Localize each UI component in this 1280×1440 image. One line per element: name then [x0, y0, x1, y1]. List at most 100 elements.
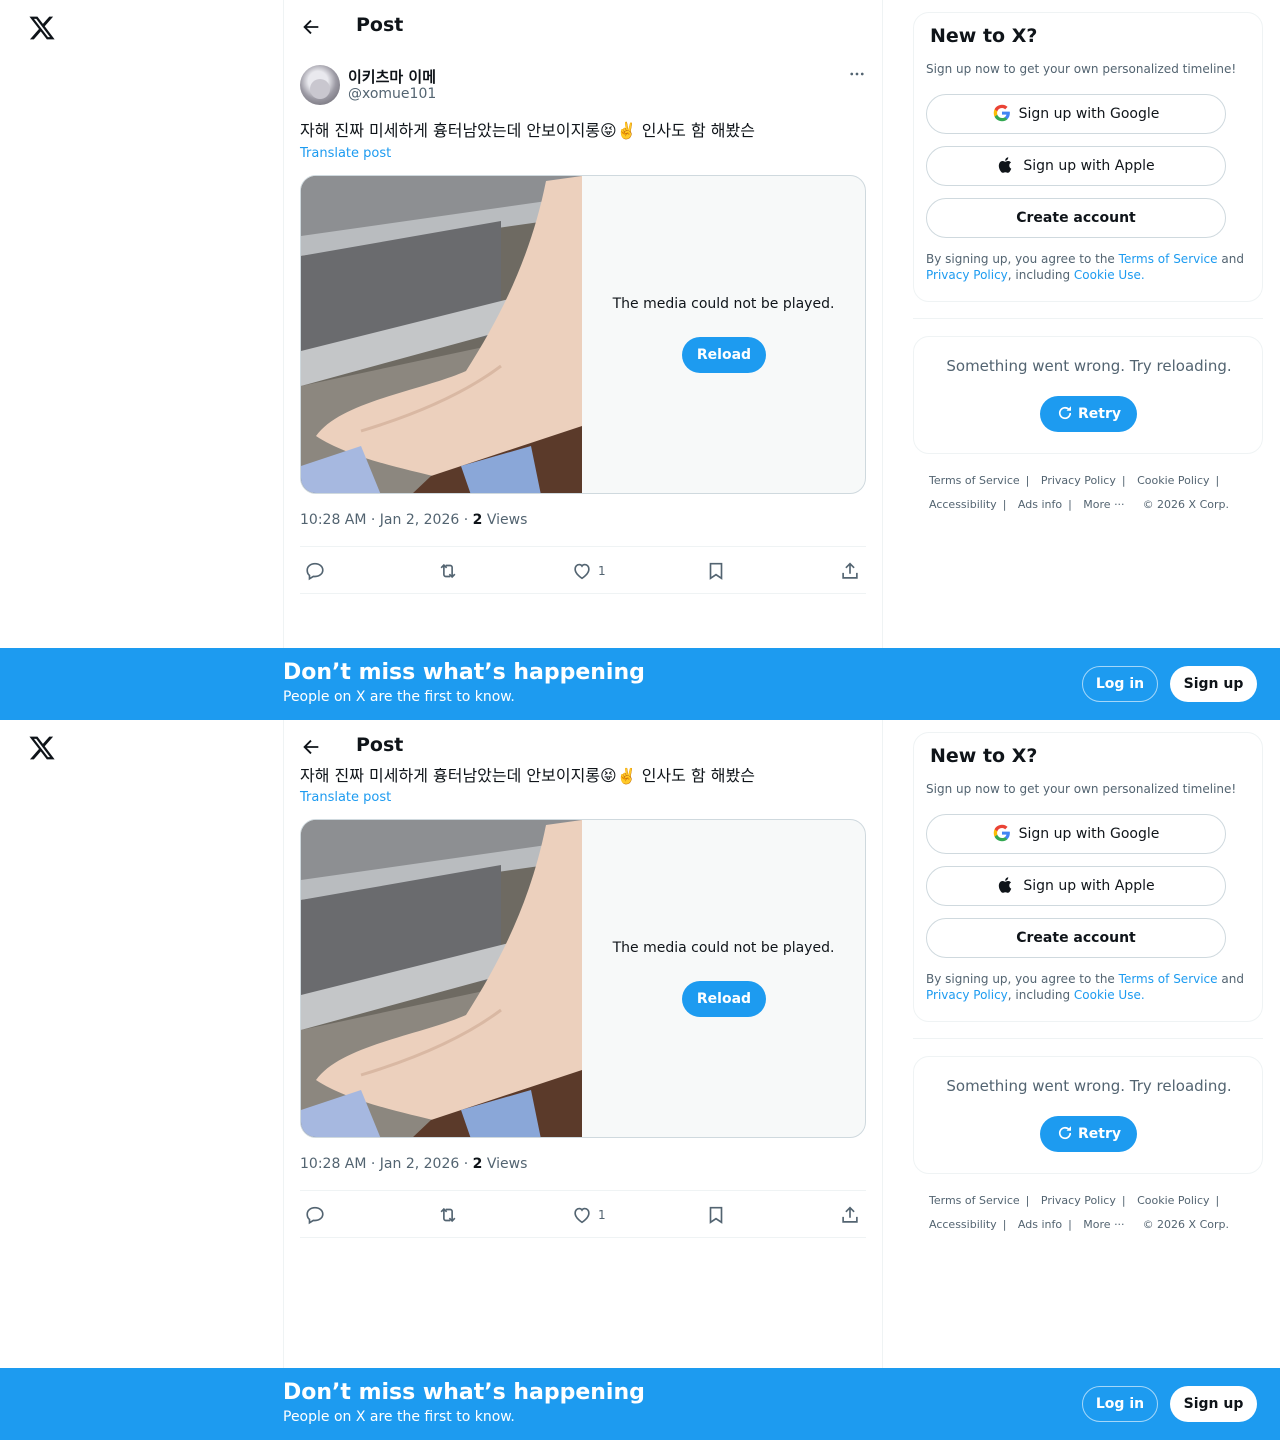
sidebar-divider	[913, 1038, 1263, 1039]
refresh-icon	[1058, 1126, 1072, 1140]
signup-google-label: Sign up with Google	[1018, 106, 1160, 122]
more-options-icon[interactable]	[848, 65, 866, 83]
screen-frame-1: Post 이키츠마 이메 @xomue101 자해 진짜 미세하게 흉터남았는데…	[0, 0, 1280, 720]
like-icon[interactable]	[571, 560, 593, 582]
create-account-button[interactable]: Create account	[926, 198, 1226, 238]
post-text: 자해 진짜 미세하게 흉터남았는데 안보이지롱😝✌️ 인사도 함 해봤슨	[300, 766, 755, 785]
retry-button[interactable]: Retry	[1040, 396, 1137, 432]
footer-ads[interactable]: Ads info	[1018, 1218, 1062, 1231]
terms-link[interactable]: Terms of Service	[1119, 972, 1218, 986]
footer-cookie[interactable]: Cookie Policy	[1137, 474, 1209, 487]
author-handle[interactable]: @xomue101	[348, 86, 436, 102]
repost-icon[interactable]	[437, 560, 459, 582]
post-time[interactable]: 10:28 AM · Jan 2, 2026	[300, 512, 459, 528]
signup-google-label: Sign up with Google	[1018, 826, 1160, 842]
reply-icon[interactable]	[304, 1204, 326, 1226]
error-card: Something went wrong. Try reloading. Ret…	[913, 1056, 1263, 1174]
sidebar-divider	[913, 318, 1263, 319]
footer-more[interactable]: More ···	[1083, 498, 1124, 511]
back-arrow-icon[interactable]	[300, 736, 322, 758]
post-photo[interactable]	[301, 820, 582, 1138]
footer-terms[interactable]: Terms of Service	[929, 474, 1020, 487]
bookmark-icon[interactable]	[705, 560, 727, 582]
signup-card-subtitle: Sign up now to get your own personalized…	[926, 782, 1237, 796]
media-error-message: The media could not be played.	[612, 940, 835, 956]
post: 자해 진짜 미세하게 흉터남았는데 안보이지롱😝✌️ 인사도 함 해봤슨 Tra…	[284, 765, 882, 1295]
legal-and: and	[1221, 972, 1244, 986]
signup-apple-label: Sign up with Apple	[1023, 878, 1155, 894]
footer-terms[interactable]: Terms of Service	[929, 1194, 1020, 1207]
apple-icon	[999, 157, 1012, 173]
signup-button[interactable]: Sign up	[1170, 666, 1257, 702]
post-time[interactable]: 10:28 AM · Jan 2, 2026	[300, 1156, 459, 1172]
repost-icon[interactable]	[437, 1204, 459, 1226]
footer-privacy[interactable]: Privacy Policy	[1041, 1194, 1116, 1207]
google-icon	[993, 824, 1010, 842]
legal-prefix: By signing up, you agree to the	[926, 972, 1115, 986]
media-error-message: The media could not be played.	[612, 296, 835, 312]
retry-label: Retry	[1078, 1126, 1121, 1142]
translate-post-link[interactable]: Translate post	[300, 790, 391, 805]
legal-and: and	[1221, 252, 1244, 266]
back-arrow-icon[interactable]	[300, 16, 322, 38]
signup-card-subtitle: Sign up now to get your own personalized…	[926, 62, 1237, 76]
login-button[interactable]: Log in	[1082, 666, 1158, 702]
banner-title: Don’t miss what’s happening	[283, 1380, 645, 1405]
share-icon[interactable]	[839, 560, 861, 582]
footer-cookie[interactable]: Cookie Policy	[1137, 1194, 1209, 1207]
login-button[interactable]: Log in	[1082, 1386, 1158, 1422]
post-actions: 1	[300, 1190, 866, 1238]
x-logo-icon[interactable]	[28, 14, 56, 42]
signup-legal-text: By signing up, you agree to the Terms of…	[926, 971, 1251, 1003]
bottom-banner: Don’t miss what’s happening People on X …	[0, 648, 1280, 720]
refresh-icon	[1058, 406, 1072, 420]
post-header: Post	[284, 720, 882, 768]
cookie-link[interactable]: Cookie Use.	[1074, 268, 1145, 282]
signup-card-title: New to X?	[930, 745, 1038, 767]
signup-google-button[interactable]: Sign up with Google	[926, 94, 1226, 134]
google-icon	[993, 104, 1010, 122]
reply-icon[interactable]	[304, 560, 326, 582]
privacy-link[interactable]: Privacy Policy	[926, 988, 1008, 1002]
post-photo[interactable]	[301, 176, 582, 494]
signup-apple-button[interactable]: Sign up with Apple	[926, 866, 1226, 906]
signup-button[interactable]: Sign up	[1170, 1386, 1257, 1422]
legal-including: , including	[1007, 988, 1071, 1002]
page-title: Post	[356, 14, 404, 36]
avatar[interactable]	[300, 65, 340, 105]
reload-button[interactable]: Reload	[682, 337, 766, 373]
x-logo-icon[interactable]	[28, 734, 56, 762]
footer-ads[interactable]: Ads info	[1018, 498, 1062, 511]
signup-apple-label: Sign up with Apple	[1023, 158, 1155, 174]
footer-accessibility[interactable]: Accessibility	[929, 1218, 997, 1231]
footer-more[interactable]: More ···	[1083, 1218, 1124, 1231]
footer-copyright: © 2026 X Corp.	[1142, 498, 1229, 511]
cookie-link[interactable]: Cookie Use.	[1074, 988, 1145, 1002]
share-icon[interactable]	[839, 1204, 861, 1226]
translate-post-link[interactable]: Translate post	[300, 146, 391, 161]
media-container: The media could not be played. Reload	[300, 819, 866, 1138]
column-border-right	[882, 0, 883, 720]
footer-copyright: © 2026 X Corp.	[1142, 1218, 1229, 1231]
reload-button[interactable]: Reload	[682, 981, 766, 1017]
like-icon[interactable]	[571, 1204, 593, 1226]
error-message: Something went wrong. Try reloading.	[946, 357, 1232, 375]
retry-label: Retry	[1078, 406, 1121, 422]
retry-button[interactable]: Retry	[1040, 1116, 1137, 1152]
bookmark-icon[interactable]	[705, 1204, 727, 1226]
apple-icon	[999, 877, 1012, 893]
signup-apple-button[interactable]: Sign up with Apple	[926, 146, 1226, 186]
banner-subtitle: People on X are the first to know.	[283, 689, 515, 705]
terms-link[interactable]: Terms of Service	[1119, 252, 1218, 266]
views-label: Views	[486, 1156, 528, 1172]
author-name[interactable]: 이키츠마 이메	[348, 66, 436, 87]
column-border-right	[882, 720, 883, 1440]
legal-prefix: By signing up, you agree to the	[926, 252, 1115, 266]
post-meta: 10:28 AM · Jan 2, 2026 · 2 Views	[300, 512, 528, 528]
create-account-button[interactable]: Create account	[926, 918, 1226, 958]
signup-google-button[interactable]: Sign up with Google	[926, 814, 1226, 854]
footer-accessibility[interactable]: Accessibility	[929, 498, 997, 511]
privacy-link[interactable]: Privacy Policy	[926, 268, 1008, 282]
footer-privacy[interactable]: Privacy Policy	[1041, 474, 1116, 487]
post-actions: 1	[300, 546, 866, 594]
